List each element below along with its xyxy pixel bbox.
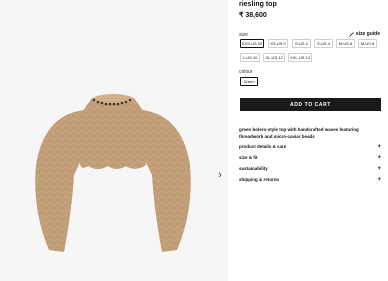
size-option-l[interactable]: L-US 10: [240, 53, 260, 62]
size-option-s-2[interactable]: S-US 2: [292, 39, 311, 48]
size-option-m-8[interactable]: M-US 8: [358, 39, 377, 48]
colour-option-green[interactable]: Green: [240, 77, 258, 86]
accordion-size-fit[interactable]: size & fit +: [239, 153, 381, 162]
add-to-cart-button[interactable]: ADD TO CART: [240, 98, 381, 111]
size-option-s-4[interactable]: S-US 4: [314, 39, 333, 48]
product-title: riesling top: [239, 1, 277, 8]
accordion-label: sustainability: [239, 166, 268, 171]
size-option-xxs[interactable]: XXS-US 00: [240, 39, 264, 48]
accordion-label: size & fit: [239, 155, 258, 160]
colour-label: colour: [239, 69, 253, 75]
product-gallery: ›: [0, 0, 228, 281]
size-option-xxl[interactable]: XXL-US 14: [288, 53, 312, 62]
size-option-xs[interactable]: XS-US 0: [268, 39, 288, 48]
ruler-icon: [349, 31, 354, 37]
accordion-product-details[interactable]: product details & care +: [239, 142, 381, 151]
product-description: green bolero-style top with handcrafted …: [239, 127, 359, 139]
next-image-icon[interactable]: ›: [214, 168, 226, 182]
product-image: [35, 94, 191, 252]
plus-icon: +: [377, 143, 381, 150]
size-label: size: [239, 32, 248, 38]
size-guide-label: size guide: [355, 31, 380, 37]
size-option-xl[interactable]: XL-US 12: [263, 53, 285, 62]
accordion-label: shipping & returns: [239, 177, 280, 182]
plus-icon: +: [377, 176, 381, 183]
accordion-sustainability[interactable]: sustainability +: [239, 164, 381, 173]
product-price: ₹ 38,600: [239, 12, 267, 19]
plus-icon: +: [377, 165, 381, 172]
size-option-m-6[interactable]: M-US 6: [336, 39, 355, 48]
product-info-panel: riesling top ₹ 38,600 size size guide XX…: [239, 0, 382, 281]
size-guide-link[interactable]: size guide: [349, 31, 380, 37]
accordion-shipping-returns[interactable]: shipping & returns +: [239, 175, 381, 184]
plus-icon: +: [377, 154, 381, 161]
accordion-label: product details & care: [239, 144, 287, 149]
